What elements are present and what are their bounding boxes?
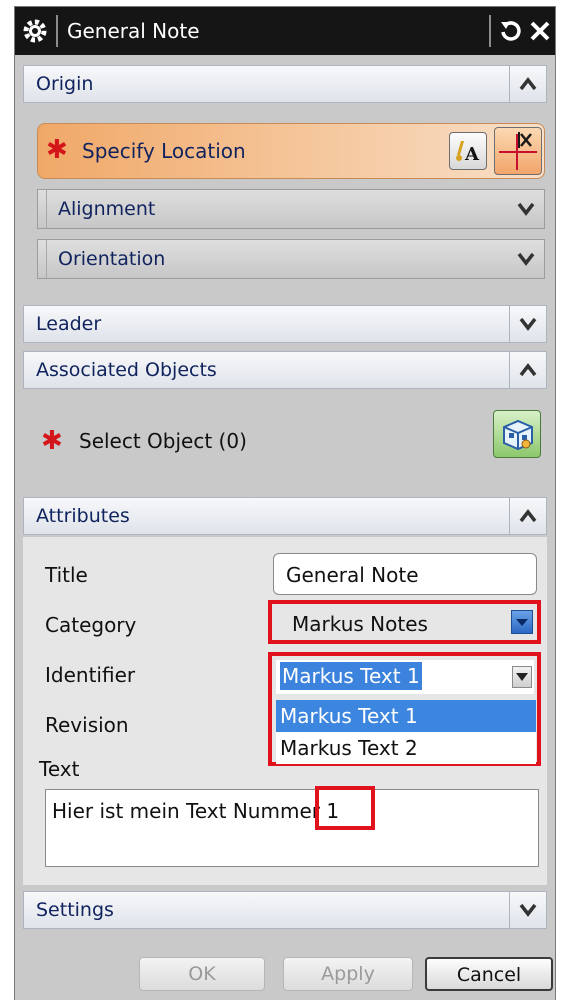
ok-button[interactable]: OK (139, 957, 265, 991)
select-object-label: Select Object (0) (79, 429, 247, 453)
origin-section-header[interactable]: Origin (23, 65, 547, 103)
chevron-up-icon[interactable] (518, 360, 538, 380)
header-divider (509, 306, 510, 342)
header-divider (509, 352, 510, 388)
origin-label: Origin (36, 73, 94, 95)
leader-label: Leader (36, 313, 102, 335)
attributes-label: Attributes (36, 505, 130, 527)
settings-section-header[interactable]: Settings (23, 891, 547, 929)
identifier-field[interactable]: Markus Text 1 (276, 660, 534, 694)
close-icon[interactable] (527, 18, 553, 44)
associated-objects-section-header[interactable]: Associated Objects (23, 351, 547, 389)
identifier-option-label: Markus Text 1 (280, 704, 418, 728)
asterisk-icon: ✱ (46, 135, 68, 165)
title-value: General Note (286, 563, 419, 587)
text-select-icon: A (456, 141, 480, 165)
chevron-down-icon[interactable] (518, 900, 538, 920)
text-field[interactable]: Hier ist mein Text Nummer 1 (45, 789, 539, 867)
title-separator (56, 15, 58, 47)
category-dropdown-button[interactable] (511, 610, 533, 634)
settings-label: Settings (36, 899, 114, 921)
alignment-subsection-header[interactable]: Alignment (37, 189, 545, 229)
specify-location-label: Specify Location (82, 139, 246, 163)
associated-objects-label: Associated Objects (36, 359, 217, 381)
identifier-dropdown-button[interactable] (512, 666, 532, 688)
chevron-down-icon (516, 619, 528, 626)
subheader-divider (46, 240, 47, 278)
apply-button[interactable]: Apply (283, 957, 413, 991)
cancel-button[interactable]: Cancel (425, 957, 553, 991)
number-highlight (315, 786, 375, 830)
general-note-dialog: General Note Origin ✱ Specify Location A (14, 6, 556, 1000)
category-label: Category (45, 613, 137, 637)
chevron-up-icon[interactable] (518, 506, 538, 526)
point-dialog-button[interactable] (494, 127, 542, 175)
header-divider (509, 892, 510, 928)
revision-label: Revision (45, 713, 129, 737)
category-dropdown[interactable]: Markus Notes (268, 600, 541, 644)
chevron-up-icon[interactable] (518, 74, 538, 94)
select-object-button[interactable] (493, 410, 541, 458)
orientation-subsection-header[interactable]: Orientation (37, 239, 545, 279)
attributes-section-header[interactable]: Attributes (23, 497, 547, 535)
subheader-divider (46, 190, 47, 228)
title-bar: General Note (15, 7, 555, 55)
text-value: Hier ist mein Text Nummer 1 (52, 799, 340, 823)
title-label: Title (45, 563, 88, 587)
identifier-dropdown[interactable]: Markus Text 1 Markus Text 1 Markus Text … (268, 652, 541, 766)
chevron-down-icon[interactable] (516, 199, 536, 219)
text-select-button[interactable]: A (449, 132, 487, 170)
header-divider (509, 66, 510, 102)
reset-icon[interactable] (497, 18, 523, 44)
chevron-down-icon[interactable] (516, 249, 536, 269)
title-separator (489, 15, 491, 47)
chevron-down-icon[interactable] (518, 314, 538, 334)
dialog-title: General Note (67, 19, 200, 43)
identifier-label: Identifier (45, 663, 136, 687)
title-field[interactable]: General Note (273, 553, 537, 595)
alignment-label: Alignment (58, 198, 156, 220)
leader-section-header[interactable]: Leader (23, 305, 547, 343)
gear-icon[interactable] (21, 17, 49, 45)
specify-location-row[interactable]: ✱ Specify Location A (37, 123, 545, 179)
identifier-value: Markus Text 1 (280, 662, 422, 690)
identifier-option-label: Markus Text 2 (280, 736, 418, 760)
orientation-label: Orientation (58, 248, 166, 270)
point-dialog-icon (499, 132, 537, 170)
category-value: Markus Notes (292, 612, 428, 636)
text-label: Text (39, 757, 80, 781)
identifier-option[interactable]: Markus Text 1 (276, 700, 536, 732)
identifier-option[interactable]: Markus Text 2 (276, 732, 536, 764)
header-divider (509, 498, 510, 534)
select-object-icon (503, 419, 533, 451)
asterisk-icon: ✱ (41, 426, 63, 456)
chevron-down-icon (516, 673, 528, 681)
svg-text:A: A (464, 144, 480, 165)
